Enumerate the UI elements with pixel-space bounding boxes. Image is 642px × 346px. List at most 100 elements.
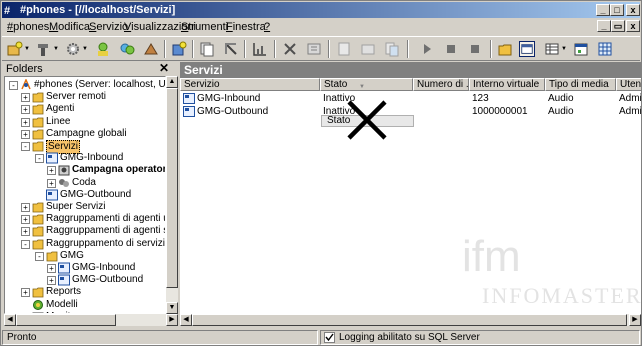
menu-servizio[interactable]: Servizio	[89, 21, 128, 33]
scroll-down-icon[interactable]: ▼	[166, 302, 178, 314]
tree-node[interactable]: + Server remoti	[5, 91, 165, 103]
expand-icon[interactable]: +	[47, 178, 56, 188]
tree-horizontal-scrollbar[interactable]: ◀ ▶	[4, 314, 178, 326]
folder-icon	[32, 104, 44, 115]
service-icon	[183, 106, 195, 117]
tree-node[interactable]: - GMG-Inbound	[5, 152, 165, 164]
expand-icon[interactable]: +	[47, 264, 56, 273]
tree-node[interactable]: + Campagna operatore	[5, 164, 165, 176]
collapse-icon[interactable]: -	[35, 251, 44, 261]
column-header-stato[interactable]: Stato ▼	[320, 78, 413, 91]
folder-icon	[32, 226, 44, 237]
tools-dropdown-icon[interactable]: ▼	[53, 46, 59, 52]
toolbar-separator	[407, 40, 409, 58]
menu-finestra[interactable]: Finestra	[226, 21, 266, 33]
scroll-right-icon[interactable]: ▶	[629, 314, 641, 326]
play-icon[interactable]	[419, 41, 435, 57]
service-new-icon[interactable]	[171, 41, 187, 57]
tree-node[interactable]: + Linee	[5, 116, 165, 128]
tree-node[interactable]: Modelli	[5, 299, 165, 311]
tree-node[interactable]: GMG-Outbound	[5, 189, 165, 201]
column-header-interno-virtuale[interactable]: Interno virtuale	[469, 78, 545, 91]
tree-node[interactable]: + GMG-Outbound	[5, 274, 165, 286]
collapse-icon[interactable]: -	[35, 154, 44, 164]
tree-node[interactable]: + Coda	[5, 177, 165, 189]
collapse-icon[interactable]: -	[21, 142, 30, 151]
tree-node[interactable]: + Raggruppamenti di agenti sintetici	[5, 225, 165, 237]
stop-icon[interactable]	[443, 41, 459, 57]
tree-node[interactable]: + Raggruppamenti di agenti umani	[5, 213, 165, 225]
expand-icon[interactable]: +	[21, 203, 30, 212]
table-row[interactable]: GMG-Inbound Inattivo 123 Audio Administr…	[180, 92, 641, 105]
expand-icon[interactable]: +	[21, 105, 30, 115]
tree-scroll-thumb[interactable]	[166, 88, 178, 288]
calendar-icon[interactable]	[573, 41, 589, 57]
expand-icon[interactable]: +	[21, 215, 30, 225]
title-bar[interactable]: # #phones - [//localhost/Servizi] _ □ x	[2, 2, 640, 18]
tree-node-label: GMG-Inbound	[60, 152, 124, 164]
grid-view-icon[interactable]	[597, 41, 613, 57]
new-item-icon[interactable]	[7, 41, 23, 57]
settings-icon[interactable]	[65, 41, 81, 57]
folder-tree-icon[interactable]	[497, 41, 513, 57]
list-view-icon[interactable]	[519, 41, 535, 57]
scroll-left-icon[interactable]: ◀	[4, 314, 16, 326]
column-header-numero[interactable]: Numero di ...	[413, 78, 469, 91]
list-hscroll-thumb[interactable]	[192, 314, 627, 326]
expand-icon[interactable]: +	[21, 93, 30, 103]
column-header-servizio[interactable]: Servizio	[180, 78, 320, 91]
menu-modifica[interactable]: Modifica	[49, 21, 90, 33]
copy-icon[interactable]	[199, 41, 215, 57]
arrow-tool-icon[interactable]	[223, 41, 239, 57]
group-icon[interactable]	[119, 41, 135, 57]
tree-node[interactable]: + Reports	[5, 286, 165, 298]
folder-tree[interactable]: - #phones (Server: localhost, Utente: Adm…	[4, 76, 166, 314]
routing-icon[interactable]	[143, 41, 159, 57]
tree-node[interactable]: - Raggruppamento di servizi	[5, 238, 165, 250]
child-minimize-button[interactable]: _	[597, 20, 611, 32]
details-view-icon[interactable]	[544, 41, 560, 57]
new-item-dropdown-icon[interactable]: ▼	[24, 46, 30, 52]
expand-icon[interactable]: +	[47, 276, 56, 286]
folders-header: Folders ✕	[2, 61, 177, 76]
expand-icon[interactable]: +	[21, 288, 30, 298]
delete-icon[interactable]	[282, 41, 298, 57]
tree-node[interactable]: + Campagne globali	[5, 128, 165, 140]
scroll-left-icon[interactable]: ◀	[180, 314, 192, 326]
column-header-tipo-media[interactable]: Tipo di media	[545, 78, 616, 91]
expand-icon[interactable]: +	[47, 166, 56, 176]
collapse-icon[interactable]: -	[21, 239, 30, 249]
scroll-right-icon[interactable]: ▶	[166, 314, 178, 326]
tree-vertical-scrollbar[interactable]: ▲ ▼	[166, 76, 178, 314]
menu-help[interactable]: ?	[264, 21, 270, 33]
tree-node[interactable]: + GMG-Inbound	[5, 262, 165, 274]
column-header-utente[interactable]: Utente	[616, 78, 641, 91]
tree-node[interactable]: - GMG	[5, 250, 165, 262]
child-restore-button[interactable]: ▭	[611, 20, 625, 32]
scroll-up-icon[interactable]: ▲	[166, 76, 178, 88]
view-dropdown-icon[interactable]: ▼	[561, 46, 567, 52]
settings-dropdown-icon[interactable]: ▼	[82, 46, 88, 52]
tree-node[interactable]: - Servizi	[5, 140, 165, 154]
folders-close-icon[interactable]: ✕	[159, 61, 169, 75]
maximize-button[interactable]: □	[610, 4, 624, 16]
menu-strumenti[interactable]: Strumenti	[181, 21, 228, 33]
expand-icon[interactable]: +	[21, 117, 30, 127]
menu-phones[interactable]: #phones	[7, 21, 49, 33]
close-button[interactable]: x	[626, 4, 640, 16]
collapse-icon[interactable]: -	[9, 81, 18, 90]
expand-icon[interactable]: +	[21, 227, 30, 237]
tree-node[interactable]: + Super Servizi	[5, 201, 165, 213]
properties-icon[interactable]	[306, 41, 322, 57]
child-close-button[interactable]: x	[626, 20, 640, 32]
tree-node[interactable]: + Agenti	[5, 103, 165, 115]
tree-hscroll-thumb[interactable]	[16, 314, 116, 326]
tools-icon[interactable]	[36, 41, 52, 57]
stop-all-icon[interactable]	[467, 41, 483, 57]
tree-node[interactable]: - #phones (Server: localhost, Utente: Adm…	[5, 79, 165, 91]
chart-icon[interactable]	[252, 41, 268, 57]
expand-icon[interactable]: +	[21, 129, 30, 139]
list-horizontal-scrollbar[interactable]: ◀ ▶	[180, 314, 641, 326]
agent-icon[interactable]	[95, 41, 111, 57]
minimize-button[interactable]: _	[596, 4, 610, 16]
